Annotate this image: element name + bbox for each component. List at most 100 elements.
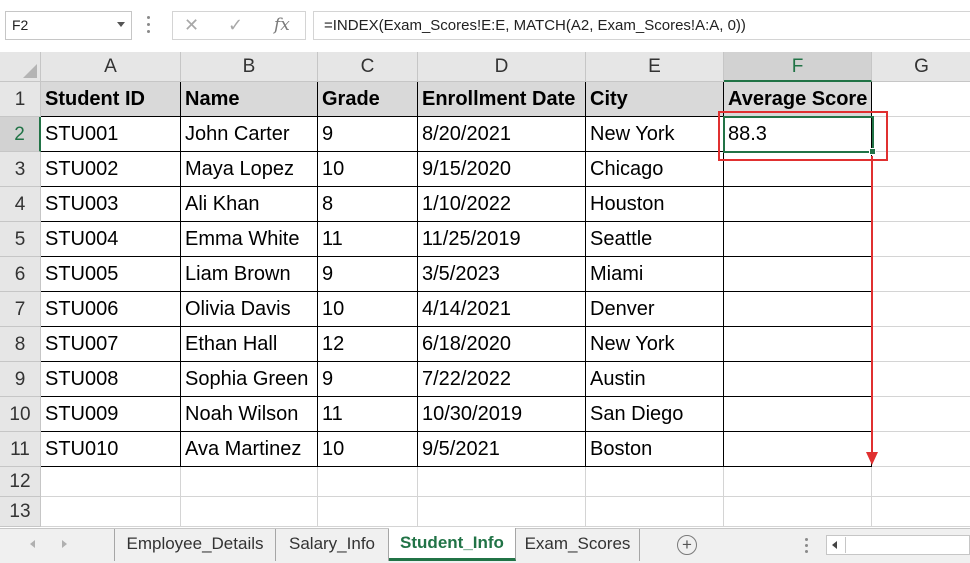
row-header-9[interactable]: 9 [0,362,41,397]
table-cell[interactable]: STU008 [41,362,181,397]
table-cell[interactable]: Olivia Davis [181,292,318,327]
table-cell[interactable]: STU007 [41,327,181,362]
table-cell[interactable]: Maya Lopez [181,152,318,187]
row-header-2[interactable]: 2 [0,117,41,152]
empty-cell[interactable] [872,222,970,257]
sheet-tab-student-info[interactable]: Student_Info [389,528,516,561]
empty-cell[interactable] [872,432,970,467]
column-header-a[interactable]: A [41,52,181,82]
table-cell[interactable]: Austin [586,362,724,397]
empty-cell[interactable] [586,497,724,527]
table-cell[interactable]: 10 [318,292,418,327]
column-header-b[interactable]: B [181,52,318,82]
row-header-11[interactable]: 11 [0,432,41,467]
row-header-12[interactable]: 12 [0,467,41,497]
table-cell[interactable]: 6/18/2020 [418,327,586,362]
row-header-1[interactable]: 1 [0,82,41,117]
table-cell[interactable]: New York [586,117,724,152]
row-header-7[interactable]: 7 [0,292,41,327]
cancel-icon[interactable]: ✕ [184,15,199,35]
table-cell[interactable]: 3/5/2023 [418,257,586,292]
table-cell[interactable]: STU009 [41,397,181,432]
table-cell[interactable]: 1/10/2022 [418,187,586,222]
table-cell[interactable] [724,432,872,467]
table-cell[interactable] [724,327,872,362]
table-cell[interactable]: Boston [586,432,724,467]
table-cell[interactable]: STU001 [41,117,181,152]
table-cell[interactable]: STU005 [41,257,181,292]
empty-cell[interactable] [872,397,970,432]
column-header-g[interactable]: G [872,52,970,82]
table-cell[interactable]: 11 [318,397,418,432]
column-header-f[interactable]: F [724,52,872,82]
column-header-d[interactable]: D [418,52,586,82]
chevron-down-icon[interactable] [117,22,125,27]
table-cell[interactable]: 9/15/2020 [418,152,586,187]
table-cell[interactable]: 10 [318,152,418,187]
table-cell[interactable] [724,187,872,222]
header-cell[interactable]: Student ID [41,82,181,117]
enter-icon[interactable]: ✓ [228,15,243,35]
table-cell[interactable]: 9 [318,117,418,152]
row-header-5[interactable]: 5 [0,222,41,257]
horizontal-scrollbar[interactable] [826,535,970,555]
empty-cell[interactable] [872,257,970,292]
header-cell[interactable]: Grade [318,82,418,117]
empty-cell[interactable] [872,467,970,497]
empty-cell[interactable] [872,497,970,527]
tab-split-handle[interactable] [805,537,809,557]
empty-cell[interactable] [872,117,970,152]
table-cell[interactable]: 9 [318,362,418,397]
table-cell[interactable] [724,152,872,187]
header-cell[interactable]: City [586,82,724,117]
table-cell[interactable]: 8 [318,187,418,222]
row-header-6[interactable]: 6 [0,257,41,292]
select-all-button[interactable] [0,52,41,82]
row-header-8[interactable]: 8 [0,327,41,362]
empty-cell[interactable] [724,467,872,497]
table-cell[interactable] [724,222,872,257]
empty-cell[interactable] [181,467,318,497]
empty-cell[interactable] [872,187,970,222]
table-cell[interactable] [724,257,872,292]
table-cell[interactable]: STU003 [41,187,181,222]
empty-cell[interactable] [724,497,872,527]
table-cell[interactable]: 88.3 [724,117,872,152]
table-cell[interactable]: 11 [318,222,418,257]
header-cell[interactable]: Average Score [724,82,872,117]
table-cell[interactable]: Ethan Hall [181,327,318,362]
row-header-3[interactable]: 3 [0,152,41,187]
header-cell[interactable]: Name [181,82,318,117]
empty-cell[interactable] [318,467,418,497]
table-cell[interactable]: Chicago [586,152,724,187]
empty-cell[interactable] [181,497,318,527]
name-box[interactable]: F2 [5,11,132,40]
sheet-tab-employee-details[interactable]: Employee_Details [114,529,276,561]
table-cell[interactable]: Miami [586,257,724,292]
table-cell[interactable] [724,362,872,397]
table-cell[interactable]: Denver [586,292,724,327]
add-sheet-button[interactable]: + [677,535,697,555]
table-cell[interactable]: Emma White [181,222,318,257]
empty-cell[interactable] [41,497,181,527]
table-cell[interactable]: 4/14/2021 [418,292,586,327]
empty-cell[interactable] [418,497,586,527]
table-cell[interactable]: San Diego [586,397,724,432]
empty-cell[interactable] [872,152,970,187]
row-header-10[interactable]: 10 [0,397,41,432]
empty-cell[interactable] [872,82,970,117]
scroll-tabs-left-icon[interactable] [30,540,35,548]
table-cell[interactable] [724,397,872,432]
table-cell[interactable]: 8/20/2021 [418,117,586,152]
table-cell[interactable]: Ali Khan [181,187,318,222]
empty-cell[interactable] [418,467,586,497]
table-cell[interactable]: 7/22/2022 [418,362,586,397]
table-cell[interactable]: STU006 [41,292,181,327]
row-header-4[interactable]: 4 [0,187,41,222]
table-cell[interactable]: John Carter [181,117,318,152]
header-cell[interactable]: Enrollment Date [418,82,586,117]
empty-cell[interactable] [872,362,970,397]
table-cell[interactable] [724,292,872,327]
sheet-tab-exam-scores[interactable]: Exam_Scores [516,529,640,561]
table-cell[interactable]: Seattle [586,222,724,257]
